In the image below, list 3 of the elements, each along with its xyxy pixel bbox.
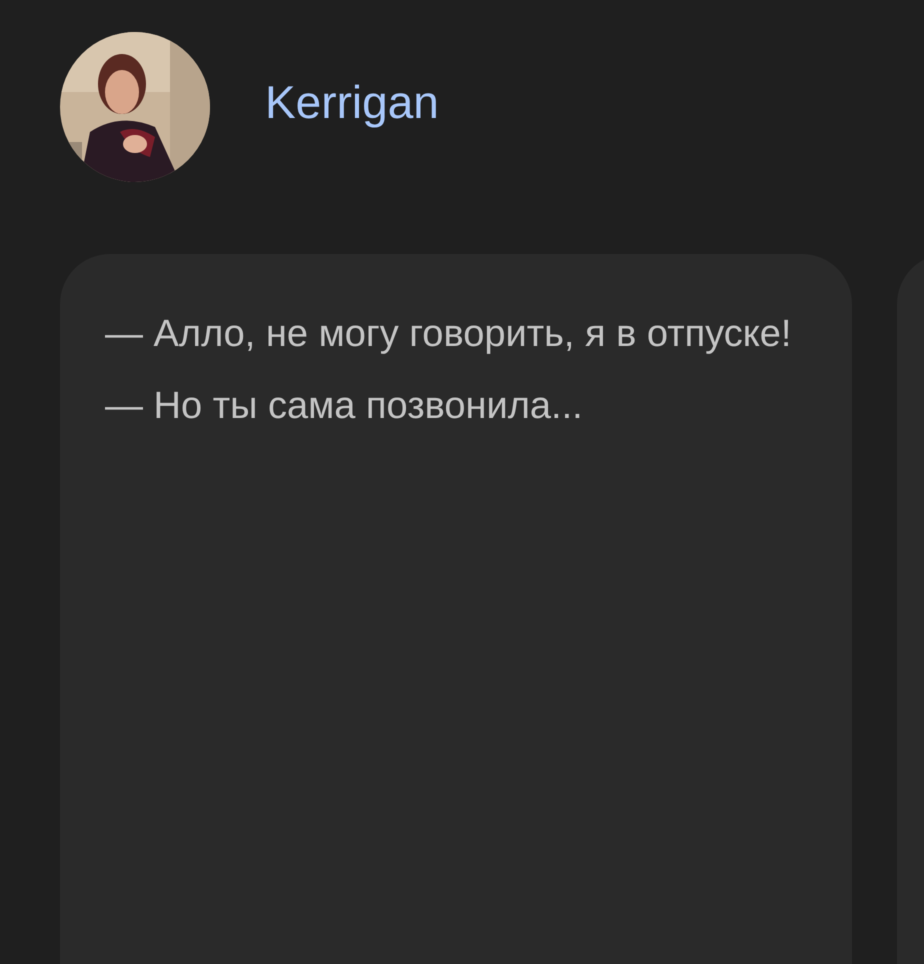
post-text: — Алло, не могу говорить, я в отпуске! [105, 312, 792, 357]
author-name[interactable]: Kerrigan [265, 75, 439, 139]
post-text: — Но ты сама позвонила... [105, 384, 584, 429]
